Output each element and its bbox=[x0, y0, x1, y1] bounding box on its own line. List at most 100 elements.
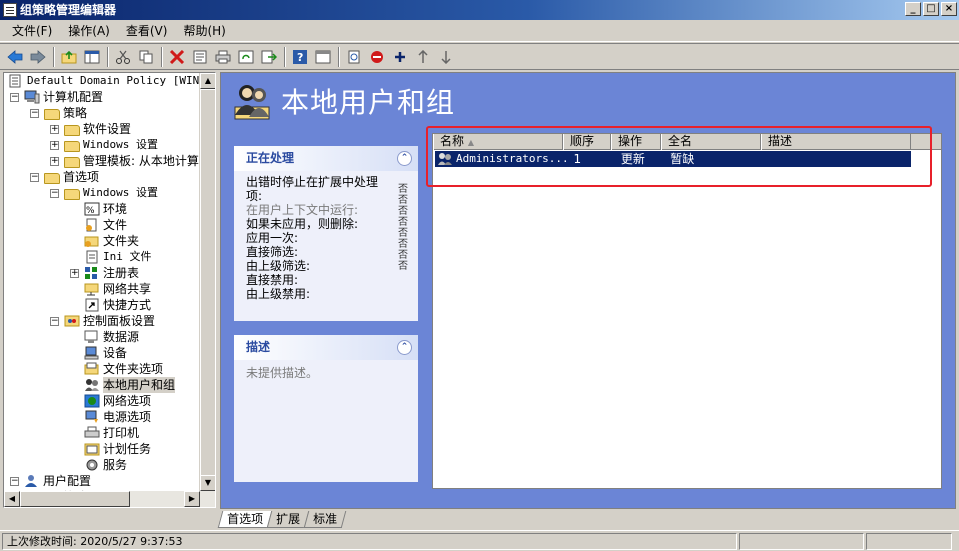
tree-item-files[interactable]: 文件 bbox=[84, 217, 127, 233]
scroll-up-arrow[interactable]: ▲ bbox=[200, 73, 215, 89]
expand-toggle[interactable]: + bbox=[70, 269, 79, 278]
ini-file-icon bbox=[84, 250, 100, 264]
tree-item-local-users-groups[interactable]: 本地用户和组 bbox=[84, 377, 176, 393]
console-icon[interactable] bbox=[312, 46, 334, 68]
add-icon[interactable] bbox=[389, 46, 411, 68]
app-icon bbox=[3, 3, 17, 17]
tree-item-computer-config[interactable]: 计算机配置 bbox=[24, 89, 103, 105]
collapse-toggle[interactable]: − bbox=[30, 173, 39, 182]
scroll-left-arrow[interactable]: ◀ bbox=[4, 491, 20, 507]
menu-action[interactable]: 操作(A) bbox=[60, 20, 118, 42]
new-item-icon[interactable] bbox=[343, 46, 365, 68]
collapse-toggle[interactable]: − bbox=[10, 477, 19, 486]
move-down-icon[interactable] bbox=[435, 46, 457, 68]
print-icon[interactable] bbox=[212, 46, 234, 68]
tree-item-devices[interactable]: 设备 bbox=[84, 345, 127, 361]
collapse-toggle[interactable]: − bbox=[50, 189, 59, 198]
tree-item-registry[interactable]: 注册表 bbox=[84, 265, 139, 281]
description-panel: 描述 ⌃ 未提供描述。 bbox=[234, 335, 418, 482]
show-hide-tree-icon[interactable] bbox=[81, 46, 103, 68]
tree-label: 设备 bbox=[103, 346, 128, 360]
tree-item-printers[interactable]: 打印机 bbox=[84, 425, 139, 441]
tree-item-environment[interactable]: % 环境 bbox=[84, 201, 127, 217]
tree-item-services[interactable]: 服务 bbox=[84, 457, 127, 473]
tree-label: 快捷方式 bbox=[103, 298, 152, 312]
control-panel-icon bbox=[64, 314, 80, 328]
properties-icon[interactable] bbox=[189, 46, 211, 68]
collapse-toggle[interactable]: − bbox=[30, 109, 39, 118]
collapse-toggle[interactable]: − bbox=[10, 93, 19, 102]
scroll-right-arrow[interactable]: ▶ bbox=[184, 491, 200, 507]
delete-icon[interactable] bbox=[166, 46, 188, 68]
folder-icon bbox=[44, 108, 60, 120]
cut-icon[interactable] bbox=[112, 46, 134, 68]
tab-extended[interactable]: 扩展 bbox=[266, 511, 310, 528]
expand-toggle[interactable]: + bbox=[50, 157, 59, 166]
shortcut-icon bbox=[84, 298, 100, 312]
copy-icon[interactable] bbox=[135, 46, 157, 68]
tree-label: 打印机 bbox=[103, 426, 140, 440]
refresh-icon[interactable] bbox=[235, 46, 257, 68]
tree-item-network-shares[interactable]: 网络共享 bbox=[84, 281, 151, 297]
disable-icon[interactable] bbox=[366, 46, 388, 68]
tree-item-data-sources[interactable]: 数据源 bbox=[84, 329, 139, 345]
tree-label: 网络共享 bbox=[103, 282, 152, 296]
tree-pane[interactable]: Default Domain Policy [WINTES − 计算机配置 − … bbox=[3, 72, 216, 508]
minimize-button[interactable]: _ bbox=[905, 2, 921, 16]
back-icon[interactable] bbox=[4, 46, 26, 68]
forward-icon[interactable] bbox=[27, 46, 49, 68]
description-text: 未提供描述。 bbox=[246, 366, 319, 380]
collapse-toggle[interactable]: − bbox=[50, 317, 59, 326]
collapse-icon[interactable]: ⌃ bbox=[397, 340, 412, 355]
export-icon[interactable] bbox=[258, 46, 280, 68]
collapse-icon[interactable]: ⌃ bbox=[397, 151, 412, 166]
tree-horizontal-scrollbar[interactable]: ◀ ▶ bbox=[4, 491, 200, 507]
up-folder-icon[interactable] bbox=[58, 46, 80, 68]
tree-label: 管理模板: 从本地计算 bbox=[83, 154, 199, 168]
tree-item-policies[interactable]: 策略 bbox=[44, 105, 87, 121]
main-pane: 本地用户和组 正在处理 ⌃ 出错时停止在扩展中处理 项: 在用户上下文中运行: … bbox=[220, 72, 956, 509]
panel-heading: 正在处理 bbox=[246, 151, 295, 165]
scroll-down-arrow[interactable]: ▼ bbox=[200, 475, 215, 491]
tree-item-pref-windows-settings[interactable]: Windows 设置 bbox=[64, 185, 158, 201]
view-tabs: 首选项 扩展 标准 bbox=[217, 510, 347, 528]
tree-item-software-settings[interactable]: 软件设置 bbox=[64, 121, 131, 137]
scroll-thumb[interactable] bbox=[200, 89, 215, 479]
tree-label: 计算机配置 bbox=[43, 90, 104, 104]
tree-item-folder-options[interactable]: 文件夹选项 bbox=[84, 361, 163, 377]
processing-panel-header[interactable]: 正在处理 ⌃ bbox=[234, 146, 418, 171]
processing-line: 直接禁用: bbox=[246, 273, 299, 287]
help-icon[interactable]: ? bbox=[289, 46, 311, 68]
page-title: 本地用户和组 bbox=[281, 86, 456, 119]
tree-label: 本地用户和组 bbox=[103, 377, 176, 393]
maximize-button[interactable]: □ bbox=[923, 2, 939, 16]
expand-toggle[interactable]: + bbox=[50, 141, 59, 150]
tree-item-power-options[interactable]: 电源选项 bbox=[84, 409, 151, 425]
tree-item-preferences[interactable]: 首选项 bbox=[44, 169, 99, 185]
tree-item-shortcuts[interactable]: 快捷方式 bbox=[84, 297, 151, 313]
tree-item-user-config[interactable]: 用户配置 bbox=[24, 473, 91, 489]
description-panel-header[interactable]: 描述 ⌃ bbox=[234, 335, 418, 360]
tab-standard[interactable]: 标准 bbox=[303, 511, 347, 528]
scroll-thumb[interactable] bbox=[20, 491, 130, 507]
files-icon bbox=[84, 218, 100, 232]
processing-line: 项: bbox=[246, 189, 263, 203]
tree-item-network-options[interactable]: 网络选项 bbox=[84, 393, 151, 409]
tree-item-folders[interactable]: 文件夹 bbox=[84, 233, 139, 249]
tree-item-scheduled-tasks[interactable]: 计划任务 bbox=[84, 441, 151, 457]
menu-view[interactable]: 查看(V) bbox=[118, 20, 176, 42]
tree-item-windows-settings[interactable]: Windows 设置 bbox=[64, 137, 158, 153]
tab-preferences[interactable]: 首选项 bbox=[217, 511, 273, 528]
menu-file[interactable]: 文件(F) bbox=[4, 20, 60, 42]
tree-item-ini-files[interactable]: Ini 文件 bbox=[84, 249, 152, 265]
tree-vertical-scrollbar[interactable]: ▲ ▼ bbox=[199, 73, 215, 507]
tree-label: Windows 设置 bbox=[83, 138, 158, 151]
folder-options-icon bbox=[84, 362, 100, 376]
expand-toggle[interactable]: + bbox=[50, 125, 59, 134]
move-up-icon[interactable] bbox=[412, 46, 434, 68]
tree-item-control-panel[interactable]: 控制面板设置 bbox=[64, 313, 155, 329]
tree-root[interactable]: Default Domain Policy [WINTES bbox=[8, 73, 215, 89]
menu-help[interactable]: 帮助(H) bbox=[175, 20, 233, 42]
close-button[interactable]: × bbox=[941, 2, 957, 16]
tree-item-admin-templates[interactable]: 管理模板: 从本地计算 bbox=[64, 153, 199, 169]
